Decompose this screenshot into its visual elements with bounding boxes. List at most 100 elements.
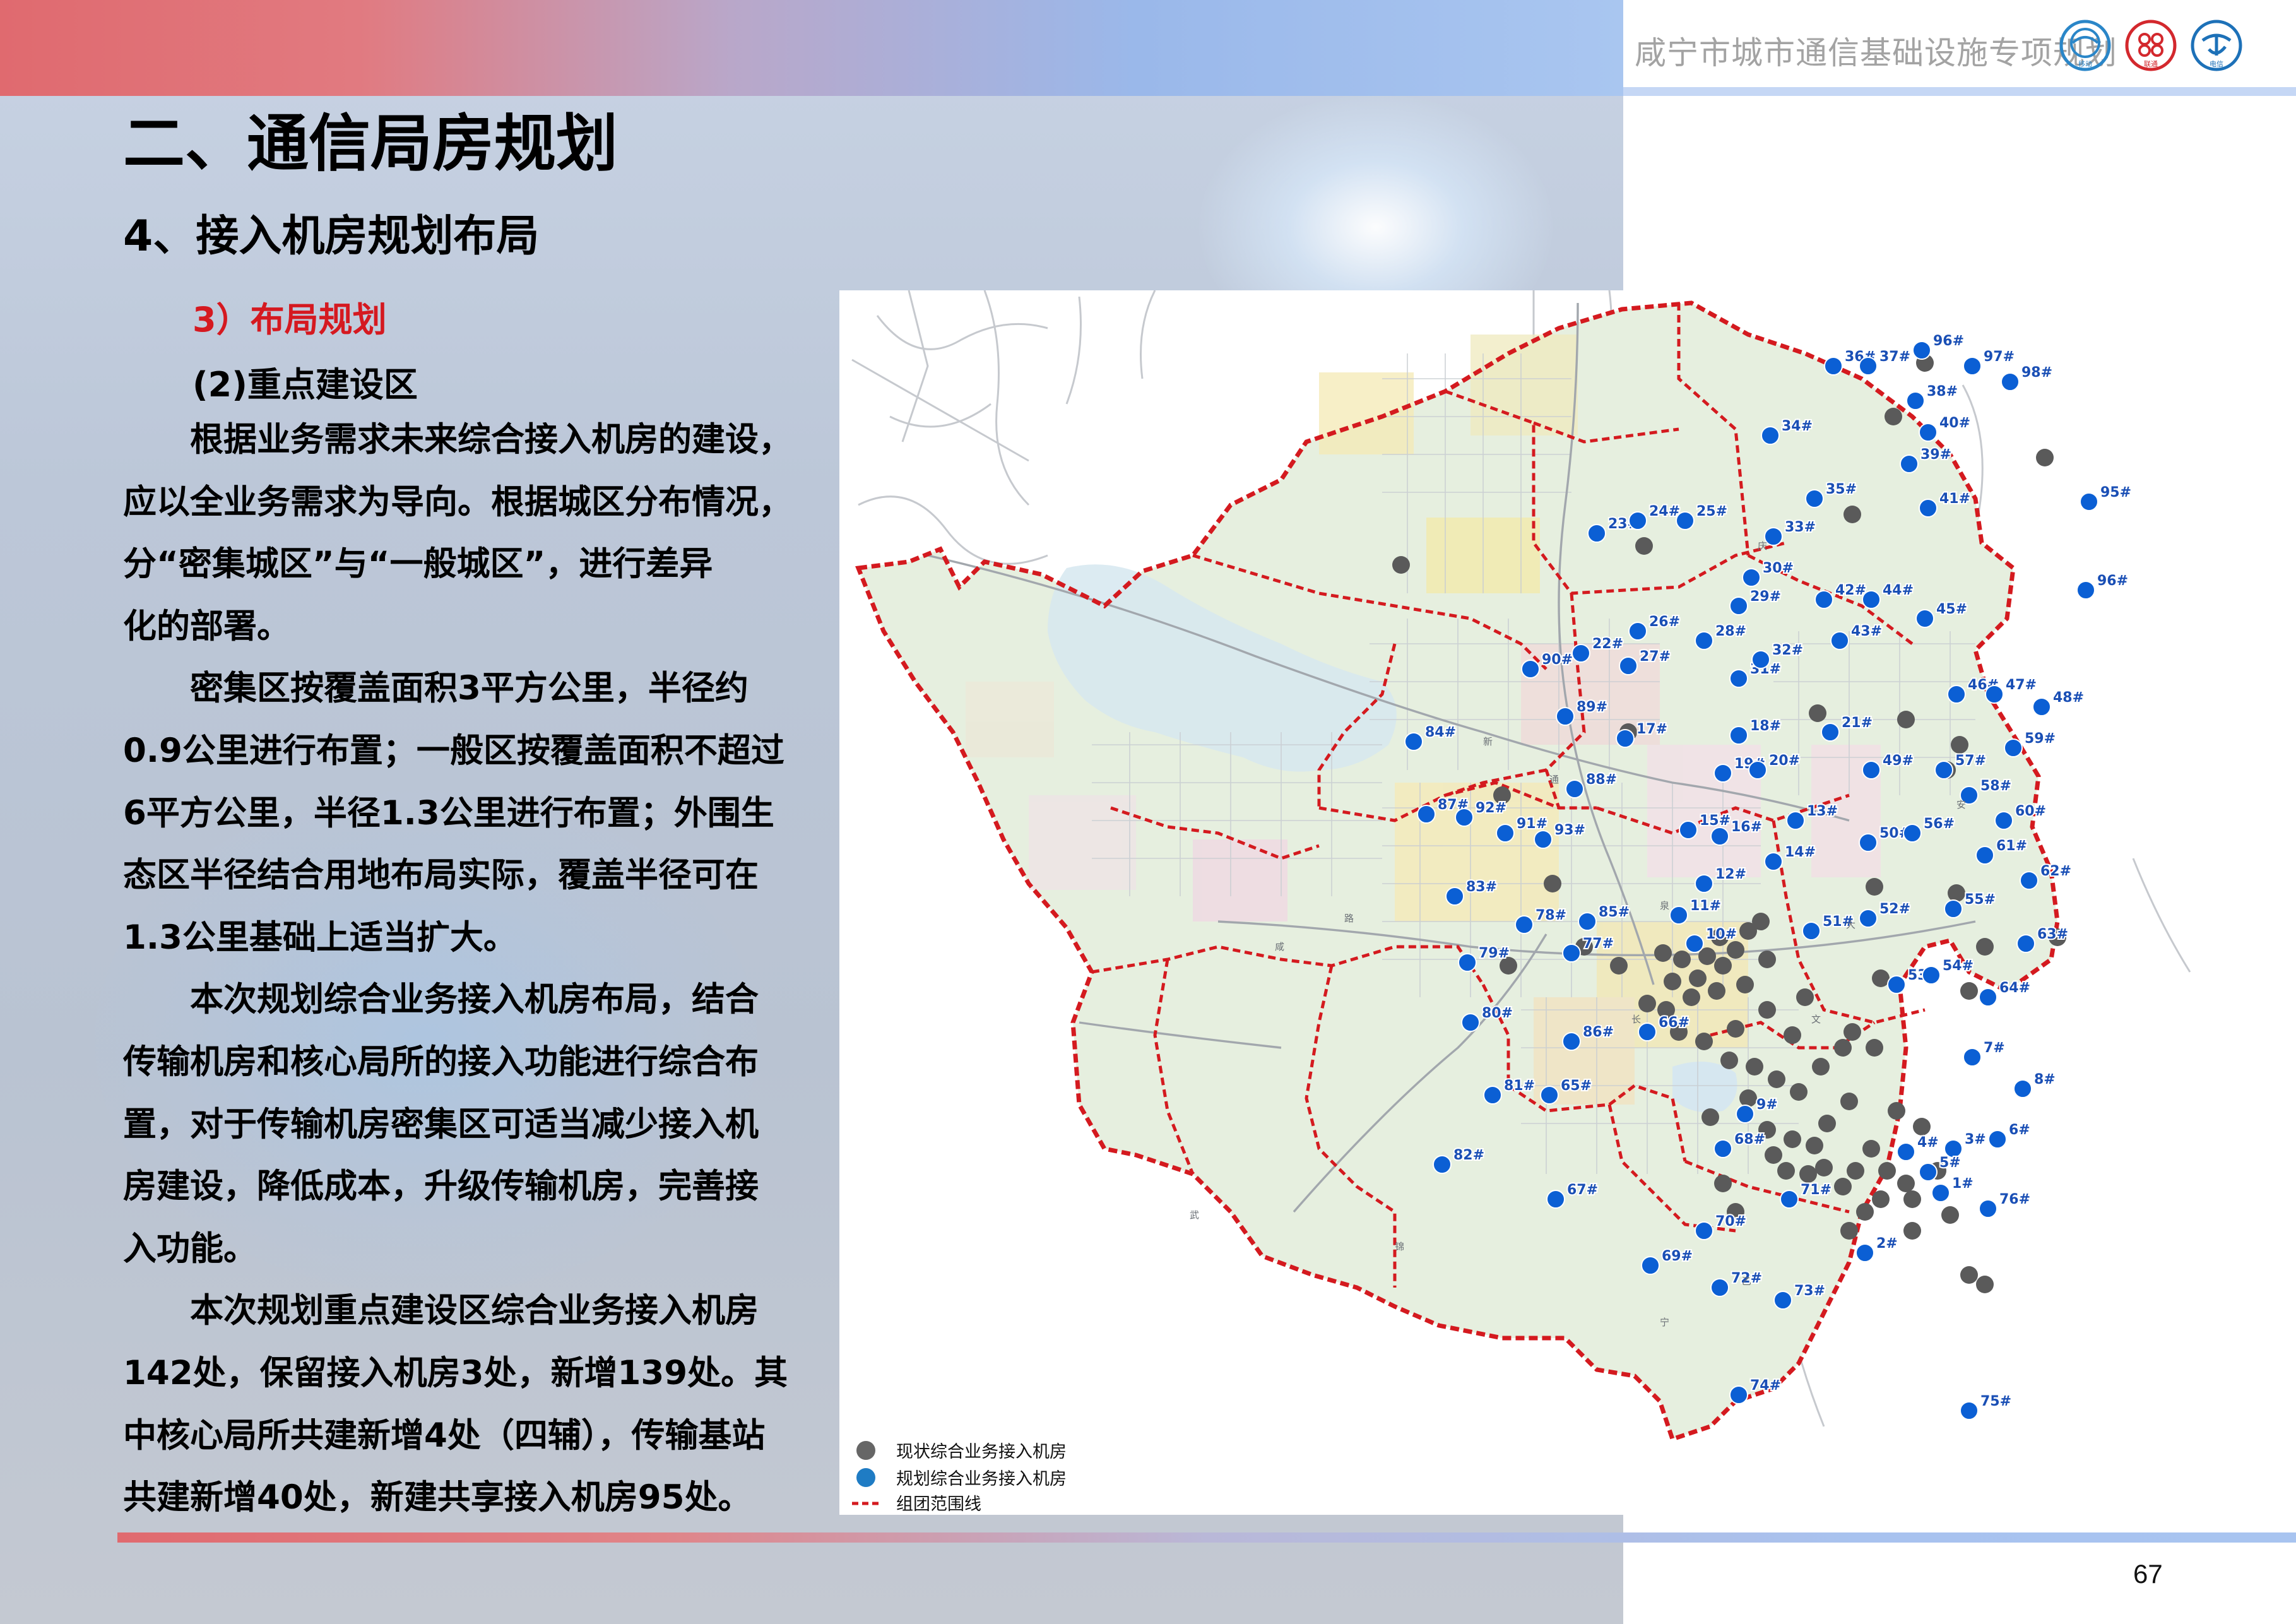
planned-site-marker[interactable] [1546,1190,1565,1209]
planned-site-marker[interactable] [1571,644,1590,663]
existing-site-marker[interactable] [1872,1190,1890,1208]
existing-site-marker[interactable] [1866,878,1883,896]
planned-site-marker[interactable] [1944,899,1963,918]
planned-site-marker[interactable] [1764,527,1783,546]
existing-site-marker[interactable] [1960,1266,1978,1284]
existing-site-marker[interactable] [1913,1118,1931,1135]
existing-site-marker[interactable] [1683,988,1700,1006]
existing-site-marker[interactable] [1790,1083,1808,1101]
planned-site-marker[interactable] [1685,934,1704,953]
existing-site-marker[interactable] [1976,938,1994,956]
existing-site-marker[interactable] [1885,408,1902,425]
planned-site-marker[interactable] [1587,524,1606,543]
planned-site-marker[interactable] [1764,852,1783,871]
existing-site-marker[interactable] [1809,704,1826,722]
existing-site-marker[interactable] [1843,1023,1861,1041]
existing-site-marker[interactable] [1941,1206,1959,1224]
planned-site-marker[interactable] [1979,1199,1997,1218]
existing-site-marker[interactable] [1834,1178,1852,1195]
planned-site-marker[interactable] [1934,761,1953,779]
existing-site-marker[interactable] [1784,1026,1801,1044]
planned-site-marker[interactable] [1963,357,1982,376]
existing-site-marker[interactable] [1708,982,1725,1000]
planned-site-marker[interactable] [1805,489,1824,508]
existing-site-marker[interactable] [1752,913,1770,930]
planned-site-marker[interactable] [1628,511,1647,530]
planned-site-marker[interactable] [1903,824,1922,843]
planned-site-marker[interactable] [1628,622,1647,641]
planned-site-marker[interactable] [1975,846,1994,865]
planned-site-marker[interactable] [1729,1385,1748,1404]
planned-site-marker[interactable] [1713,764,1732,783]
planned-site-marker[interactable] [1900,454,1919,473]
planned-site-marker[interactable] [1404,732,1423,751]
planned-site-marker[interactable] [1742,568,1761,587]
existing-site-marker[interactable] [1654,944,1672,962]
planned-site-marker[interactable] [1761,426,1780,445]
planned-site-marker[interactable] [1565,779,1584,798]
existing-site-marker[interactable] [1806,1137,1823,1154]
existing-site-marker[interactable] [1758,951,1776,968]
planned-site-marker[interactable] [1515,915,1534,934]
planned-site-marker[interactable] [2013,1079,2032,1098]
existing-site-marker[interactable] [1815,1159,1833,1177]
planned-site-marker[interactable] [1483,1086,1502,1105]
planned-site-marker[interactable] [2080,492,2098,511]
planned-site-marker[interactable] [1897,1142,1915,1161]
planned-site-marker[interactable] [1994,811,2013,830]
planned-site-marker[interactable] [1963,1048,1982,1067]
existing-site-marker[interactable] [1714,957,1732,975]
existing-site-marker[interactable] [1878,1162,1896,1180]
planned-site-marker[interactable] [1960,1401,1979,1420]
existing-site-marker[interactable] [1903,1190,1921,1208]
planned-site-marker[interactable] [1616,729,1635,748]
existing-site-marker[interactable] [1544,875,1561,892]
planned-site-marker[interactable] [1695,1221,1713,1240]
existing-site-marker[interactable] [1872,969,1890,987]
planned-site-marker[interactable] [1562,944,1581,963]
planned-site-marker[interactable] [1786,811,1805,830]
planned-site-marker[interactable] [2076,581,2095,600]
existing-site-marker[interactable] [1664,973,1681,990]
planned-site-marker[interactable] [1859,833,1878,852]
existing-site-marker[interactable] [1777,1162,1795,1180]
planned-site-marker[interactable] [1496,824,1515,843]
planned-site-marker[interactable] [1915,609,1934,628]
existing-site-marker[interactable] [1812,1058,1830,1076]
planned-site-marker[interactable] [1906,391,1925,410]
existing-site-marker[interactable] [1976,1276,1994,1293]
existing-site-marker[interactable] [1847,1162,1864,1180]
map-canvas[interactable]: 1# 2# 3# 4#5# 6# 7# 8# 9# 10# 11# 12# 13# 14# 15# 16# 1… [839,290,2215,1515]
planned-site-marker[interactable] [1821,723,1840,742]
existing-site-marker[interactable] [1739,1089,1757,1107]
existing-site-marker[interactable] [2036,449,2054,466]
planned-site-marker[interactable] [1713,1139,1732,1158]
existing-site-marker[interactable] [1714,1175,1732,1192]
existing-site-marker[interactable] [1784,1130,1801,1148]
existing-site-marker[interactable] [1720,1052,1738,1069]
planned-site-marker[interactable] [1824,357,1843,376]
planned-site-marker[interactable] [1540,1086,1559,1105]
planned-site-marker[interactable] [1638,1022,1657,1041]
planned-site-marker[interactable] [1729,596,1748,615]
planned-site-marker[interactable] [1887,975,1906,994]
planned-site-marker[interactable] [1862,590,1881,609]
existing-site-marker[interactable] [1834,1039,1852,1057]
planned-site-marker[interactable] [1534,830,1553,849]
planned-site-marker[interactable] [1461,1013,1480,1032]
existing-site-marker[interactable] [1727,1020,1744,1038]
existing-site-marker[interactable] [1960,982,1978,1000]
existing-site-marker[interactable] [1392,556,1410,574]
planned-site-marker[interactable] [1729,726,1748,745]
existing-site-marker[interactable] [1701,1108,1719,1126]
planned-site-marker[interactable] [1729,669,1748,688]
existing-site-marker[interactable] [1736,976,1754,993]
existing-site-marker[interactable] [1673,951,1691,968]
planned-site-marker[interactable] [1695,631,1713,650]
existing-site-marker[interactable] [1897,711,1915,728]
planned-site-marker[interactable] [1736,1105,1755,1123]
planned-site-marker[interactable] [1710,827,1729,846]
planned-site-marker[interactable] [1773,1291,1792,1310]
existing-site-marker[interactable] [1843,506,1861,523]
existing-site-marker[interactable] [1866,1039,1883,1057]
